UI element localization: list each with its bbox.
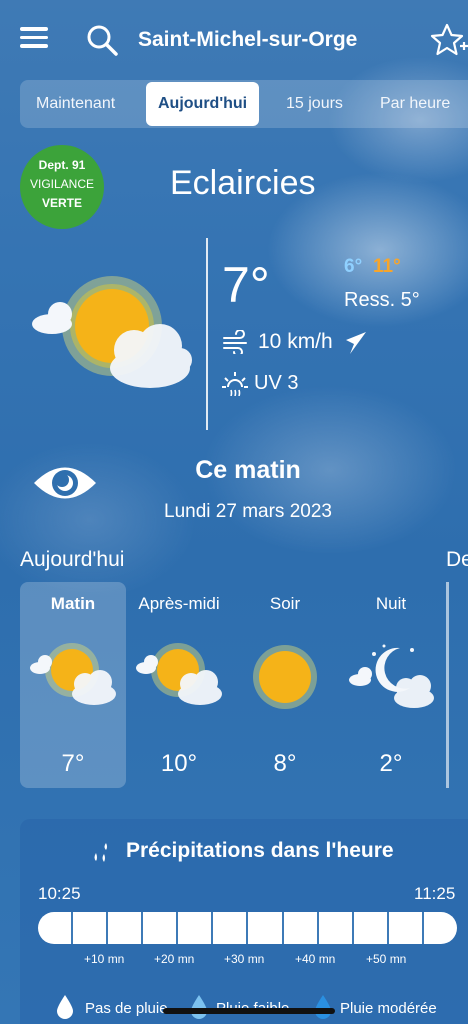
feels-like: Ress. 5° [344,289,420,311]
sun-icon [253,645,317,709]
wind-speed: 10 km/h [258,330,333,353]
today-label: Aujourd'hui [20,548,125,571]
current-temperature: 7° [222,257,270,313]
drop-light-blue-icon [191,995,207,1019]
slot-temp: 8° [273,750,297,777]
precip-end-time: 11:25 [414,884,456,903]
sun-behind-cloud-icon [136,643,222,705]
temp-max: 11° [373,256,401,277]
slot-temp: 7° [61,750,85,777]
legend-moderate-rain: Pluie modérée [340,1000,437,1017]
precip-tick: +40 mn [295,952,336,966]
sun-behind-cloud-icon [32,276,192,388]
tab-15-jours[interactable]: 15 jours [286,80,343,128]
slot-name: Après-midi [138,594,220,613]
sun-behind-cloud-icon [30,643,116,705]
slot-temp: 10° [160,750,198,777]
vigilance-level: VERTE [41,196,82,210]
divider [206,238,208,430]
precip-tick: +50 mn [366,952,407,966]
uv-sun-icon [222,372,248,396]
vigilance-badge[interactable]: Dept. 91 VIGILANCE VERTE [20,145,104,229]
weather-condition: Eclaircies [170,164,316,202]
precipitation-title: Précipitations dans l'heure [126,839,394,862]
search-icon[interactable] [86,24,118,56]
period-date: Lundi 27 mars 2023 [164,501,332,522]
wind-icon [223,330,247,354]
home-indicator[interactable] [163,1008,335,1014]
precip-tick: +10 mn [84,952,125,966]
vigilance-dept: Dept. 91 [38,158,86,172]
period-title: Ce matin [195,456,301,484]
slot-name: Soir [269,594,301,613]
star-add-icon[interactable] [430,22,468,60]
drop-white-icon [57,995,73,1019]
next-day-label[interactable]: De [446,548,468,572]
next-day-divider [446,582,449,788]
slot-name: Nuit [375,594,407,613]
slot-nuit[interactable]: Nuit 2° [338,582,444,788]
moon-cloud-icon [349,644,434,708]
precip-tick: +20 mn [154,952,195,966]
wind-direction-arrow-icon [346,332,366,354]
tab-par-heure[interactable]: Par heure [380,80,450,128]
slot-soir[interactable]: Soir 8° [232,582,338,788]
slot-temp: 2° [379,750,403,777]
tab-maintenant[interactable]: Maintenant [36,80,115,128]
tab-aujourdhui[interactable]: Aujourd'hui [146,82,260,126]
precipitation-bar [38,912,457,944]
slot-name: Matin [50,594,96,613]
drop-blue-icon [315,995,331,1019]
temp-min: 6° [344,256,363,277]
precip-start-time: 10:25 [38,884,81,903]
hamburger-menu-icon[interactable] [20,27,48,49]
city-name[interactable]: Saint-Michel-sur-Orge [138,28,357,52]
precip-tick: +30 mn [224,952,265,966]
raindrops-icon [94,843,107,862]
vigilance-label: VIGILANCE [29,177,95,191]
uv-index: UV 3 [254,372,299,394]
slot-apres-midi[interactable]: Après-midi 10° [126,582,232,788]
legend-no-rain: Pas de pluie [85,1000,168,1017]
tab-bar: Maintenant Aujourd'hui 15 jours Par heur… [20,80,468,128]
slot-matin[interactable]: Matin 7° [20,582,126,788]
